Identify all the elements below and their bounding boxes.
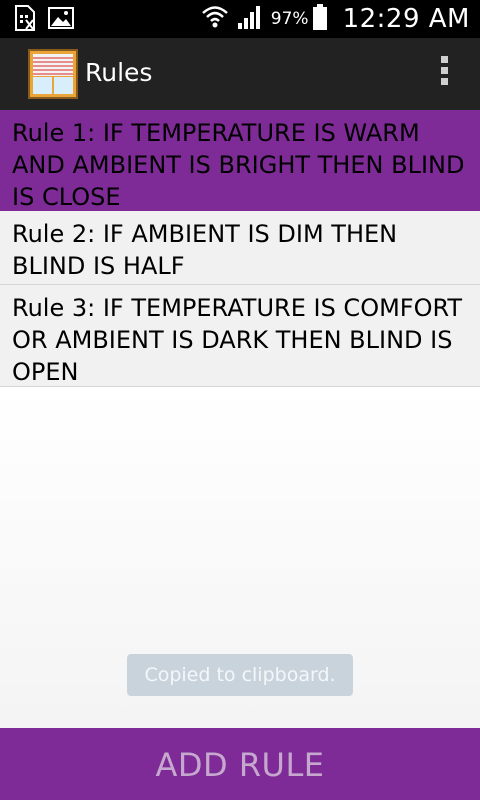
page-title: Rules <box>85 58 153 87</box>
rule-list: Rule 1: IF TEMPERATURE IS WARM AND AMBIE… <box>0 110 480 387</box>
battery-icon <box>312 4 327 34</box>
add-rule-button[interactable]: ADD RULE <box>0 728 480 800</box>
image-notification-icon <box>48 7 74 33</box>
status-clock: 12:29 AM <box>342 4 470 34</box>
rule-item-3[interactable]: Rule 3: IF TEMPERATURE IS COMFORT OR AMB… <box>0 285 480 387</box>
action-bar: Rules <box>0 38 480 110</box>
wifi-icon <box>201 4 229 34</box>
toast-message: Copied to clipboard. <box>127 654 353 696</box>
rule-text: Rule 3: IF TEMPERATURE IS COMFORT OR AMB… <box>12 294 463 386</box>
signal-icon <box>237 4 263 34</box>
battery-percentage: 97% <box>270 9 309 29</box>
rule-text: Rule 2: IF AMBIENT IS DIM THEN BLIND IS … <box>12 220 398 280</box>
rule-item-2[interactable]: Rule 2: IF AMBIENT IS DIM THEN BLIND IS … <box>0 211 480 285</box>
rule-item-1[interactable]: Rule 1: IF TEMPERATURE IS WARM AND AMBIE… <box>0 110 480 211</box>
window-blind-icon <box>28 49 78 99</box>
status-bar: 97% 12:29 AM <box>0 0 480 38</box>
rule-text: Rule 1: IF TEMPERATURE IS WARM AND AMBIE… <box>12 119 465 211</box>
overflow-menu-icon[interactable] <box>434 56 454 92</box>
sim-card-icon <box>14 5 36 35</box>
